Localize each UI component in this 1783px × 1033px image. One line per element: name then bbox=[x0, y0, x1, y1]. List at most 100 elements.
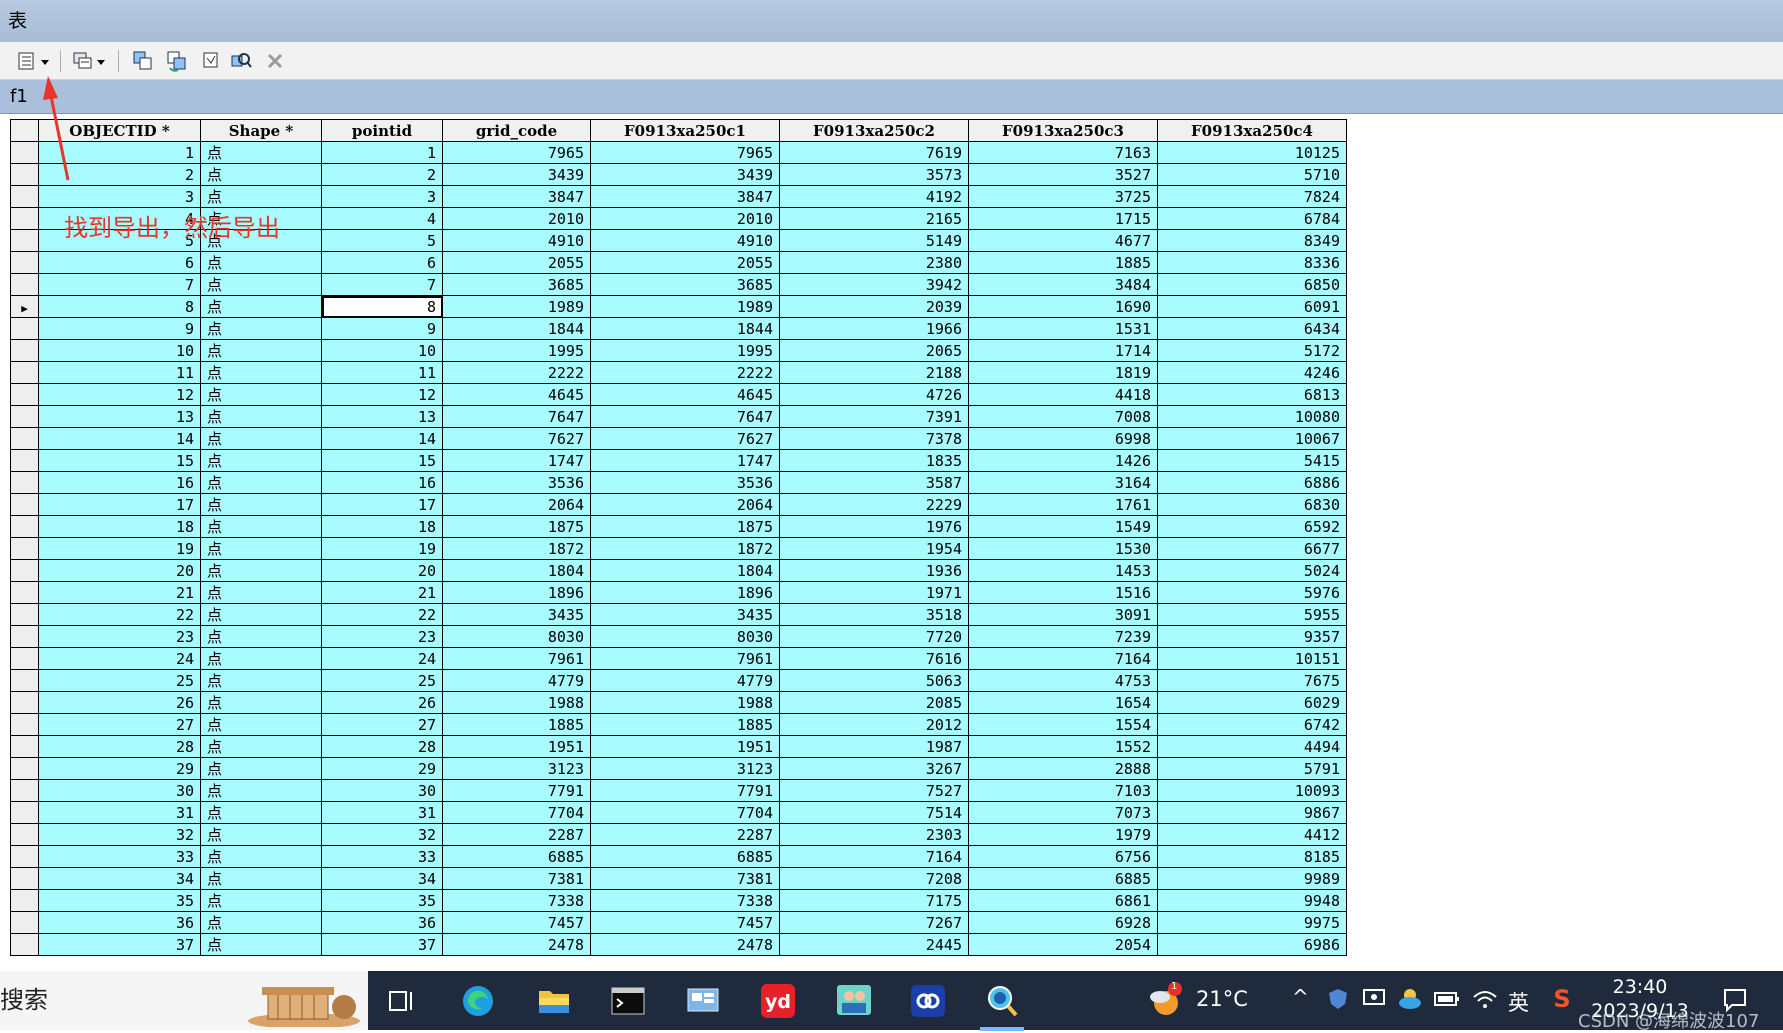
table-cell[interactable]: 点 bbox=[200, 383, 322, 406]
table-cell[interactable]: 4779 bbox=[590, 669, 780, 692]
table-tab[interactable]: f1 bbox=[0, 80, 1783, 114]
table-cell[interactable]: 26 bbox=[38, 691, 201, 714]
table-cell[interactable]: 点 bbox=[200, 405, 322, 428]
table-cell[interactable]: 4 bbox=[321, 207, 443, 230]
task-view-icon[interactable] bbox=[380, 979, 424, 1023]
table-cell[interactable]: 29 bbox=[38, 757, 201, 780]
table-cell[interactable]: 10080 bbox=[1157, 405, 1347, 428]
table-cell[interactable]: 8349 bbox=[1157, 229, 1347, 252]
table-cell[interactable]: 6742 bbox=[1157, 713, 1347, 736]
table-cell[interactable]: 1896 bbox=[442, 581, 591, 604]
row-selector[interactable] bbox=[10, 559, 39, 582]
table-cell[interactable]: 1804 bbox=[590, 559, 780, 582]
table-row[interactable]: 22 点 22 3435 3435 3518 3091 5955 bbox=[10, 603, 1347, 626]
table-cell[interactable]: 3685 bbox=[590, 273, 780, 296]
table-cell[interactable]: 1875 bbox=[590, 515, 780, 538]
table-cell[interactable]: 2888 bbox=[968, 757, 1158, 780]
row-selector[interactable] bbox=[10, 647, 39, 670]
table-cell[interactable]: 1885 bbox=[442, 713, 591, 736]
table-cell[interactable]: 2445 bbox=[779, 933, 969, 956]
table-cell[interactable]: 1936 bbox=[779, 559, 969, 582]
table-row[interactable]: 2 点 2 3439 3439 3573 3527 5710 bbox=[10, 163, 1347, 186]
column-header[interactable]: F0913xa250c2 bbox=[779, 119, 969, 142]
table-cell[interactable]: 10 bbox=[321, 339, 443, 362]
table-cell[interactable]: 17 bbox=[38, 493, 201, 516]
table-cell[interactable]: 6592 bbox=[1157, 515, 1347, 538]
table-cell[interactable]: 32 bbox=[321, 823, 443, 846]
table-cell[interactable]: 1987 bbox=[779, 735, 969, 758]
table-row[interactable]: 24 点 24 7961 7961 7616 7164 10151 bbox=[10, 647, 1347, 670]
meeting-icon[interactable] bbox=[832, 979, 876, 1023]
table-cell[interactable]: 6784 bbox=[1157, 207, 1347, 230]
table-cell[interactable]: 9975 bbox=[1157, 911, 1347, 934]
table-cell[interactable]: 35 bbox=[321, 889, 443, 912]
row-selector[interactable] bbox=[10, 713, 39, 736]
table-cell[interactable]: 12 bbox=[38, 383, 201, 406]
table-cell[interactable]: 1835 bbox=[779, 449, 969, 472]
table-cell[interactable]: 2188 bbox=[779, 361, 969, 384]
table-cell[interactable]: 2054 bbox=[968, 933, 1158, 956]
table-cell[interactable]: 点 bbox=[200, 273, 322, 296]
table-cell[interactable]: 7791 bbox=[442, 779, 591, 802]
table-cell[interactable]: 点 bbox=[200, 801, 322, 824]
table-cell[interactable]: 18 bbox=[38, 515, 201, 538]
table-cell[interactable]: 9948 bbox=[1157, 889, 1347, 912]
table-cell[interactable]: 13 bbox=[38, 405, 201, 428]
row-selector[interactable] bbox=[10, 625, 39, 648]
table-row[interactable]: 35 点 35 7338 7338 7175 6861 9948 bbox=[10, 889, 1347, 912]
row-selector[interactable] bbox=[10, 933, 39, 956]
table-row[interactable]: 20 点 20 1804 1804 1936 1453 5024 bbox=[10, 559, 1347, 582]
table-cell[interactable]: 34 bbox=[38, 867, 201, 890]
table-cell[interactable]: 18 bbox=[321, 515, 443, 538]
table-cell[interactable]: 3847 bbox=[590, 185, 780, 208]
table-cell[interactable]: 2 bbox=[38, 163, 201, 186]
table-cell[interactable]: 7791 bbox=[590, 779, 780, 802]
control-panel-icon[interactable] bbox=[681, 979, 725, 1023]
table-cell[interactable]: 1844 bbox=[590, 317, 780, 340]
column-header[interactable]: Shape * bbox=[200, 119, 322, 142]
table-cell[interactable]: 7103 bbox=[968, 779, 1158, 802]
table-cell[interactable]: 10067 bbox=[1157, 427, 1347, 450]
row-selector[interactable] bbox=[10, 493, 39, 516]
table-row[interactable]: 7 点 7 3685 3685 3942 3484 6850 bbox=[10, 273, 1347, 296]
row-selector[interactable] bbox=[10, 449, 39, 472]
table-cell[interactable]: 点 bbox=[200, 361, 322, 384]
table-cell[interactable]: 7338 bbox=[442, 889, 591, 912]
table-cell[interactable]: 4753 bbox=[968, 669, 1158, 692]
table-cell[interactable]: 7391 bbox=[779, 405, 969, 428]
table-cell[interactable]: 4412 bbox=[1157, 823, 1347, 846]
table-cell[interactable]: 1872 bbox=[442, 537, 591, 560]
table-cell[interactable]: 点 bbox=[200, 625, 322, 648]
table-cell[interactable]: 6885 bbox=[590, 845, 780, 868]
row-selector[interactable] bbox=[10, 801, 39, 824]
table-cell[interactable]: 2380 bbox=[779, 251, 969, 274]
table-row[interactable]: 15 点 15 1747 1747 1835 1426 5415 bbox=[10, 449, 1347, 472]
row-selector[interactable] bbox=[10, 581, 39, 604]
edge-icon[interactable] bbox=[456, 979, 500, 1023]
terminal-icon[interactable] bbox=[606, 979, 650, 1023]
table-cell[interactable]: 1989 bbox=[590, 295, 780, 318]
table-cell[interactable]: 3527 bbox=[968, 163, 1158, 186]
table-cell[interactable]: 6830 bbox=[1157, 493, 1347, 516]
table-cell[interactable]: 1844 bbox=[442, 317, 591, 340]
table-cell[interactable]: 8336 bbox=[1157, 251, 1347, 274]
table-cell[interactable]: 7338 bbox=[590, 889, 780, 912]
table-cell[interactable]: 点 bbox=[200, 669, 322, 692]
table-cell[interactable]: 4677 bbox=[968, 229, 1158, 252]
table-cell[interactable]: 5976 bbox=[1157, 581, 1347, 604]
table-cell[interactable]: 6861 bbox=[968, 889, 1158, 912]
table-cell[interactable]: 4779 bbox=[442, 669, 591, 692]
table-row[interactable]: 8点819891989203916906091 bbox=[10, 295, 1347, 318]
table-cell[interactable]: 点 bbox=[200, 647, 322, 670]
table-cell[interactable]: 4192 bbox=[779, 185, 969, 208]
table-cell[interactable]: 9357 bbox=[1157, 625, 1347, 648]
table-cell[interactable]: 7175 bbox=[779, 889, 969, 912]
table-cell[interactable]: 14 bbox=[38, 427, 201, 450]
cloud-link-icon[interactable] bbox=[906, 979, 950, 1023]
table-cell[interactable]: 2287 bbox=[442, 823, 591, 846]
table-cell[interactable]: 1951 bbox=[442, 735, 591, 758]
column-header[interactable]: F0913xa250c4 bbox=[1157, 119, 1347, 142]
table-cell[interactable]: 1747 bbox=[590, 449, 780, 472]
table-cell[interactable]: 5 bbox=[321, 229, 443, 252]
table-cell[interactable]: 22 bbox=[321, 603, 443, 626]
